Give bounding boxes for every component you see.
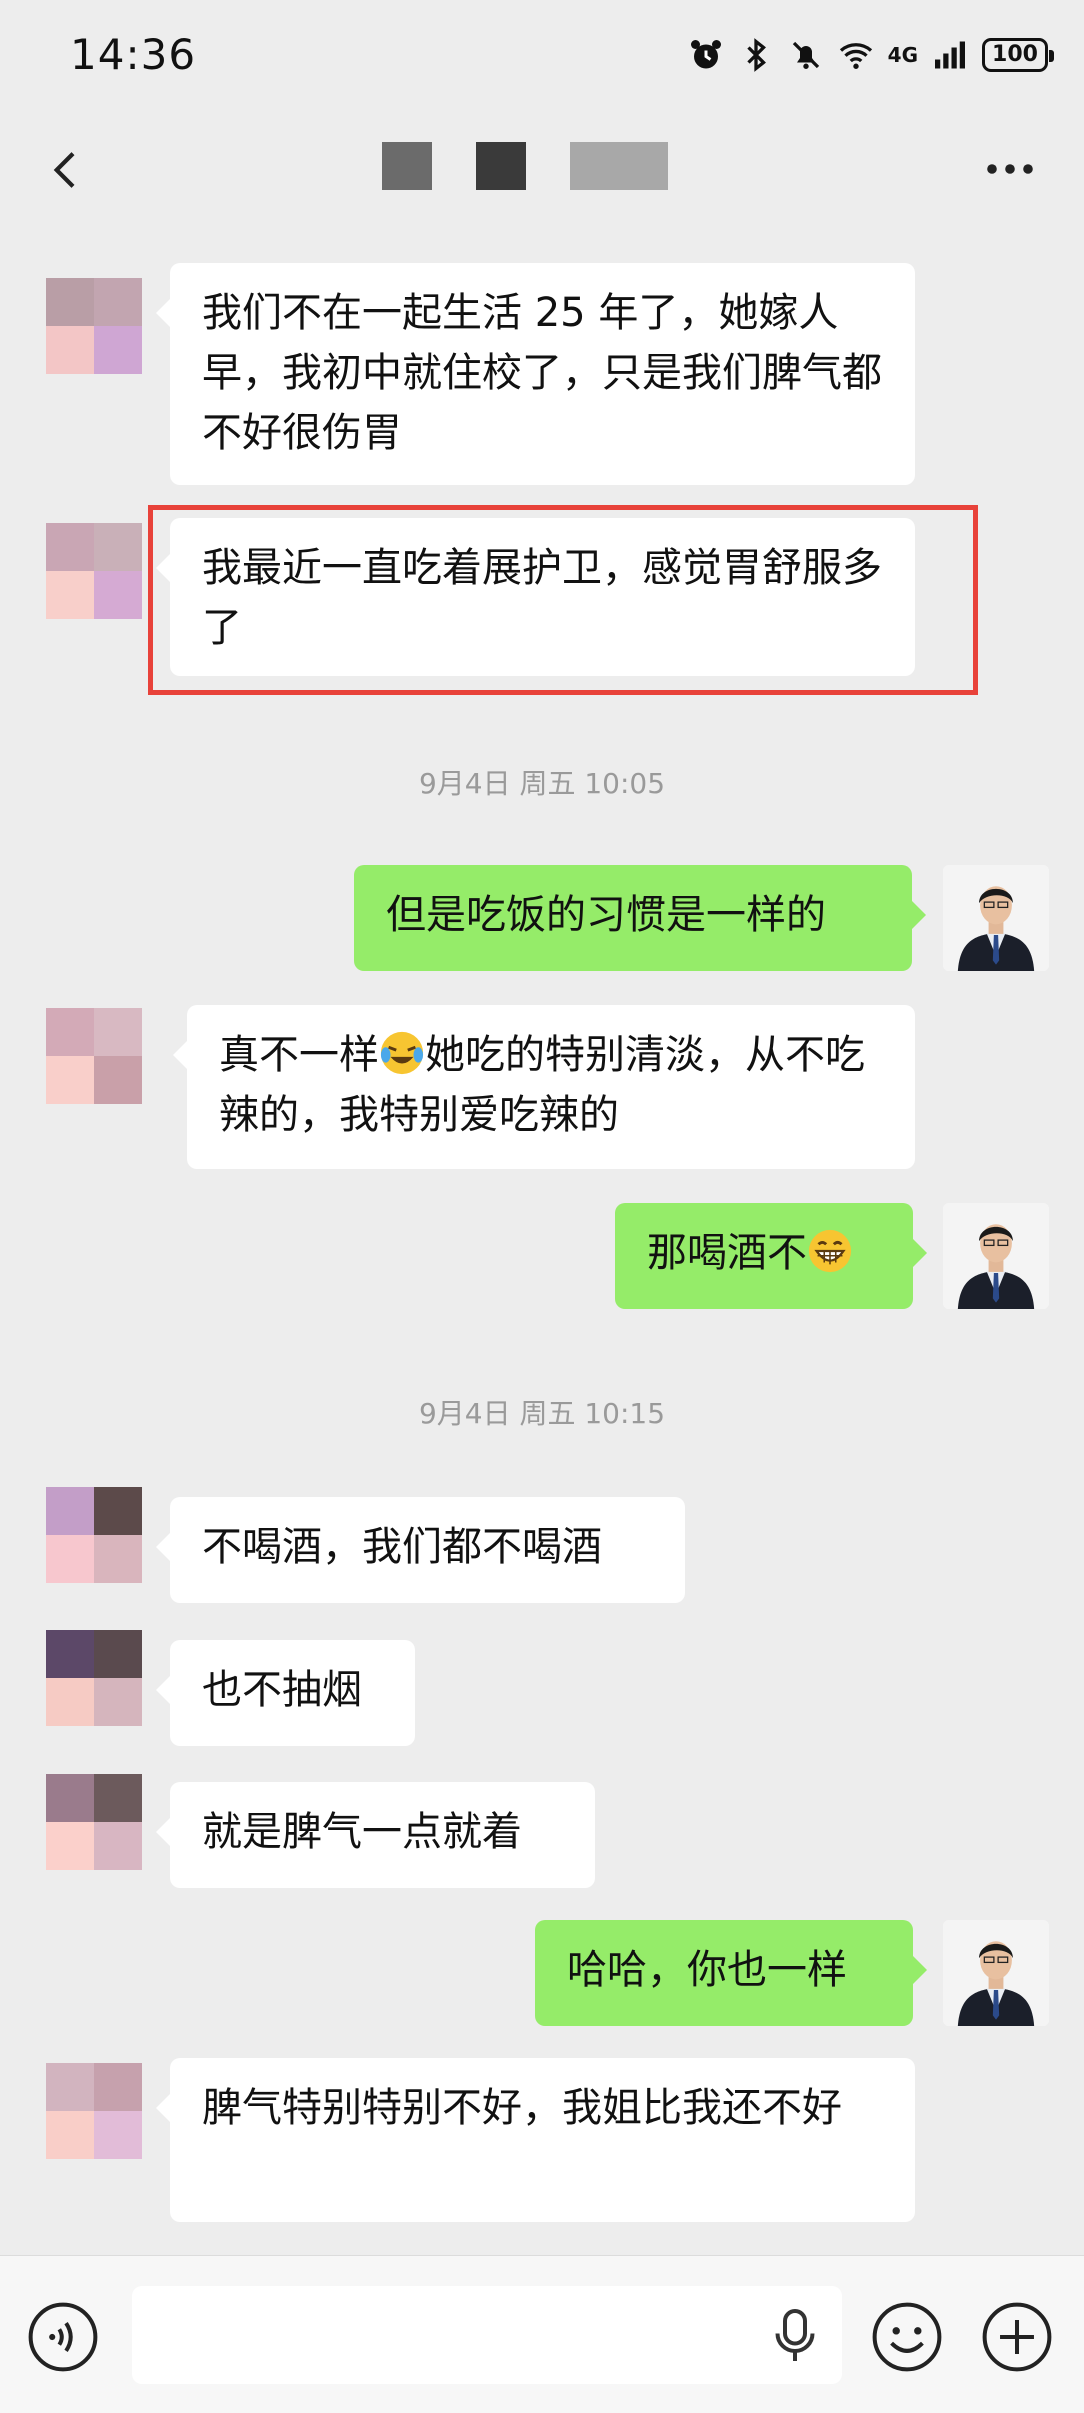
plus-icon[interactable] [980,2300,1054,2374]
message-bubble[interactable]: 不喝酒，我们都不喝酒 [156,1497,685,1603]
contact-avatar[interactable] [46,2063,142,2159]
message-bubble[interactable]: 也不抽烟 [156,1640,415,1746]
chevron-left-icon[interactable] [38,142,94,198]
message-input[interactable] [132,2286,842,2384]
microphone-icon[interactable] [770,2306,820,2366]
contact-name-redacted [382,142,668,190]
message-text: 也不抽烟 [202,1667,362,1713]
message-bubble[interactable]: 我们不在一起生活 25 年了，她嫁人早，我初中就住校了，只是我们脾气都不好很伤胃 [156,263,915,485]
chat-header [0,120,1084,220]
crying-laughing-emoji-icon [379,1030,425,1076]
status-bar: 14:36 4G 100 [0,0,1084,110]
alarm-icon [688,37,724,73]
message-text: 我最近一直吃着展护卫，感觉胃舒服多了 [202,545,882,651]
mute-bell-icon [788,37,824,73]
contact-avatar[interactable] [46,523,142,619]
message-text: 真不一样 [219,1032,379,1078]
contact-avatar[interactable] [46,1774,142,1870]
wifi-icon [838,37,874,73]
message-text: 但是吃饭的习惯是一样的 [386,892,826,938]
message-text: 就是脾气一点就着 [202,1809,522,1855]
message-text: 脾气特别特别不好，我姐比我还不好 [202,2085,842,2131]
contact-avatar[interactable] [46,1630,142,1726]
contact-avatar[interactable] [46,278,142,374]
message-text: 那喝酒不 [647,1230,807,1276]
contact-avatar[interactable] [46,1487,142,1583]
input-bar [0,2255,1084,2413]
message-bubble[interactable]: 哈哈，你也一样 [535,1920,927,2026]
message-bubble[interactable]: 我最近一直吃着展护卫，感觉胃舒服多了 [156,518,915,676]
smiley-icon[interactable] [870,2300,944,2374]
network-type: 4G [887,43,918,67]
message-bubble[interactable]: 真不一样 她吃的特别清淡，从不吃辣的，我特别爱吃辣的 [173,1005,915,1169]
message-text: 哈哈，你也一样 [567,1947,847,1993]
message-bubble[interactable]: 那喝酒不 [615,1203,927,1309]
message-text: 不喝酒，我们都不喝酒 [202,1524,602,1570]
grinning-emoji-icon [807,1228,853,1274]
contact-avatar[interactable] [46,1008,142,1104]
battery-indicator: 100 [982,38,1054,72]
user-avatar[interactable] [943,1203,1049,1309]
bluetooth-icon [738,37,774,73]
message-text: 我们不在一起生活 25 年了，她嫁人早，我初中就住校了，只是我们脾气都不好很伤胃 [202,290,882,456]
timestamp: 9月4日 周五 10:15 [418,1397,666,1430]
message-bubble[interactable]: 但是吃饭的习惯是一样的 [354,865,926,971]
user-avatar[interactable] [943,865,1049,971]
status-icons: 4G 100 [688,30,1054,80]
user-avatar[interactable] [943,1920,1049,2026]
voice-icon[interactable] [26,2300,100,2374]
message-bubble[interactable]: 脾气特别特别不好，我姐比我还不好 [156,2058,915,2222]
more-dots-icon[interactable] [980,144,1040,194]
status-time: 14:36 [70,30,197,79]
signal-icon [932,37,968,73]
timestamp: 9月4日 周五 10:05 [418,767,666,800]
message-bubble[interactable]: 就是脾气一点就着 [156,1782,595,1888]
